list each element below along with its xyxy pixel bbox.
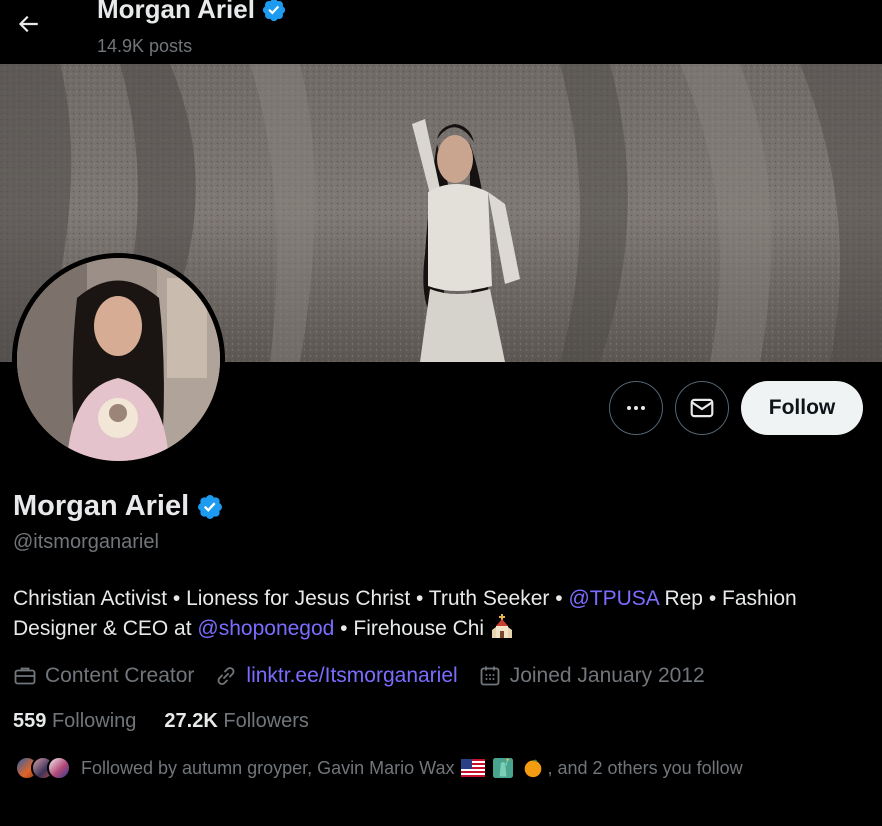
briefcase-icon bbox=[14, 667, 36, 685]
header-posts-count: 14.9K posts bbox=[97, 36, 193, 56]
profile-display-name: Morgan Ariel bbox=[13, 490, 224, 523]
church-emoji-icon bbox=[491, 614, 512, 638]
profile-page: Morgan Ariel 14.9K posts Follow Morgan A… bbox=[0, 0, 882, 826]
link-icon bbox=[218, 667, 235, 685]
profile-website: linktr.ee/Itsmorganariel bbox=[214, 664, 458, 688]
website-link[interactable]: linktr.ee/Itsmorganariel bbox=[246, 664, 457, 688]
avatar-image bbox=[17, 258, 220, 461]
display-name-text: Morgan Ariel bbox=[13, 490, 190, 522]
bio-text: • Firehouse Chi bbox=[334, 617, 490, 640]
profile-joined-date: Joined January 2012 bbox=[478, 664, 705, 688]
mention-link-shoponegod[interactable]: @shoponegod bbox=[197, 617, 334, 640]
profile-stats: 559 Following 27.2K Followers bbox=[13, 710, 337, 733]
profile-header-bar: Morgan Ariel 14.9K posts bbox=[0, 0, 882, 64]
followers-link[interactable]: 27.2K Followers bbox=[164, 710, 309, 733]
verified-badge-icon[interactable] bbox=[196, 493, 224, 521]
verified-badge-icon bbox=[262, 0, 286, 21]
envelope-icon bbox=[690, 398, 714, 418]
more-options-button[interactable] bbox=[609, 381, 663, 435]
followed-by-suffix: , and 2 others you follow bbox=[547, 757, 743, 778]
profile-avatar[interactable] bbox=[12, 253, 225, 466]
arrow-left-icon bbox=[18, 15, 38, 33]
following-label: Following bbox=[51, 710, 137, 732]
profile-bio: Christian Activist • Lioness for Jesus C… bbox=[13, 584, 873, 644]
bio-text: Christian Activist • Lioness for Jesus C… bbox=[13, 587, 569, 610]
statue-of-liberty-emoji-icon bbox=[492, 758, 513, 778]
header-name-text: Morgan Ariel bbox=[97, 0, 255, 24]
avatar bbox=[47, 756, 71, 780]
profile-category: Content Creator bbox=[13, 664, 194, 688]
followed-by-row[interactable]: Followed by autumn groyper, Gavin Mario … bbox=[15, 756, 743, 780]
us-flag-emoji-icon bbox=[460, 759, 485, 777]
profile-handle: @itsmorganariel bbox=[13, 531, 159, 553]
more-horizontal-icon bbox=[627, 406, 645, 410]
following-count: 559 bbox=[13, 710, 47, 732]
back-button[interactable] bbox=[8, 4, 48, 44]
joined-text: Joined January 2012 bbox=[509, 664, 705, 687]
header-display-name: Morgan Ariel bbox=[97, 0, 287, 25]
category-text: Content Creator bbox=[45, 664, 195, 687]
followers-count: 27.2K bbox=[164, 710, 218, 732]
followers-you-know-avatars bbox=[15, 756, 71, 780]
follow-button[interactable]: Follow bbox=[741, 381, 863, 435]
orange-emoji-icon bbox=[524, 759, 541, 778]
mention-link-tpusa[interactable]: @TPUSA bbox=[568, 587, 658, 610]
profile-meta-row: Content Creator linktr.ee/Itsmorganariel bbox=[13, 660, 725, 692]
followers-label: Followers bbox=[223, 710, 309, 732]
following-link[interactable]: 559 Following bbox=[13, 710, 136, 733]
calendar-icon bbox=[480, 666, 500, 686]
followed-by-text: Followed by autumn groyper, Gavin Mario … bbox=[81, 757, 455, 778]
message-button[interactable] bbox=[675, 381, 729, 435]
